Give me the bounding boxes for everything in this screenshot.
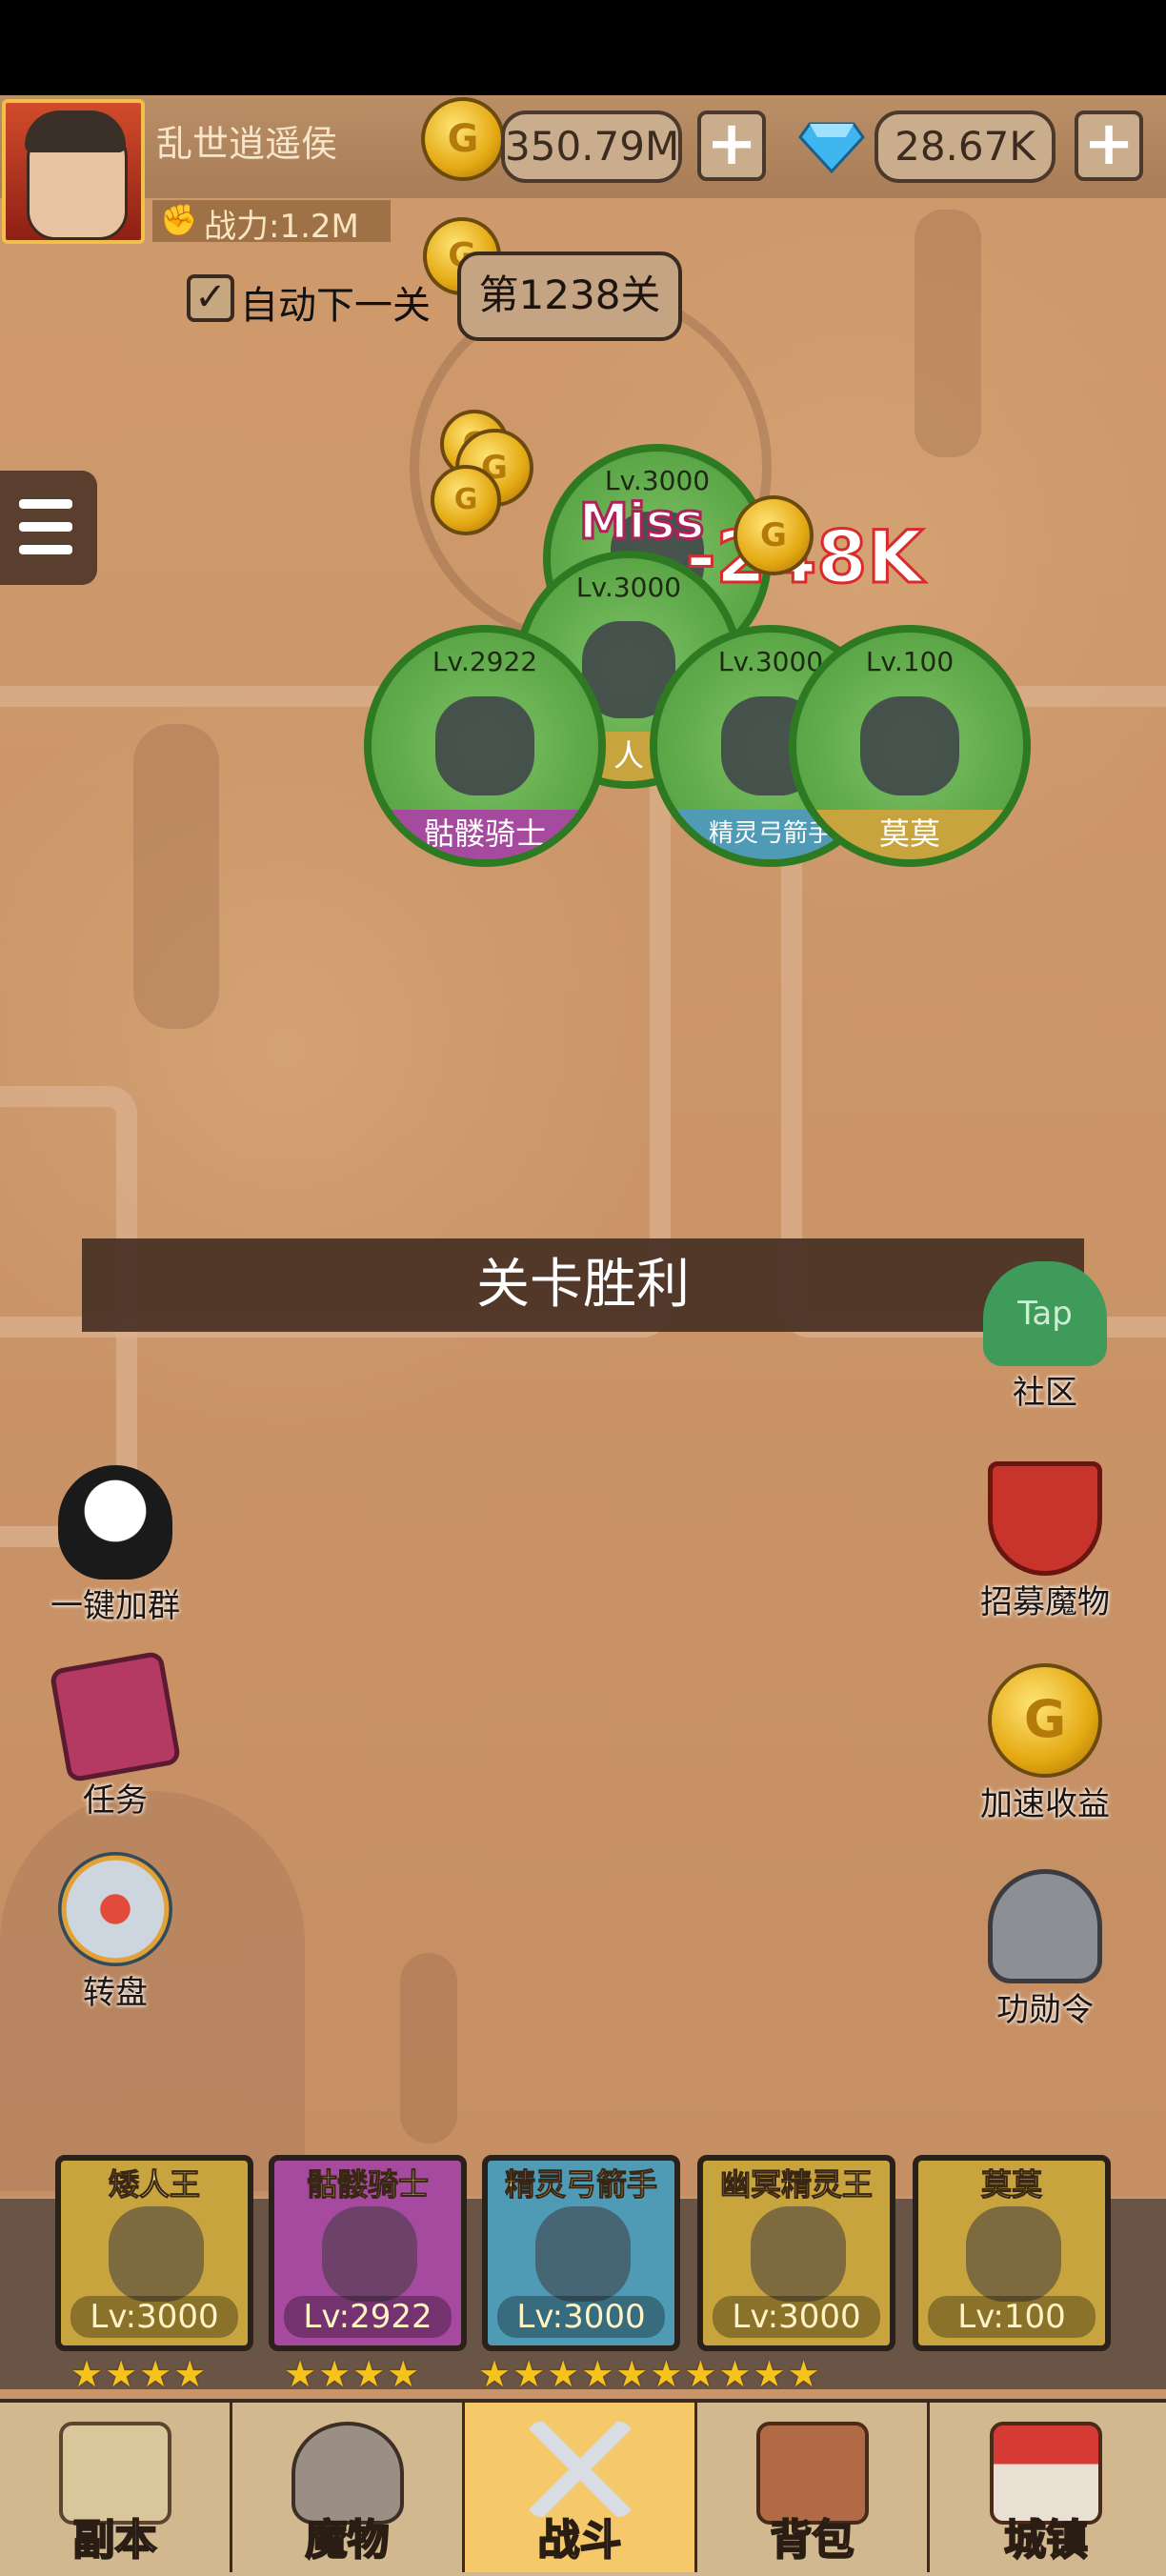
auto-next-label: 自动下一关 (240, 284, 431, 328)
menu-icon (19, 499, 72, 509)
avatar-hair-icon (25, 111, 126, 152)
hero-circle[interactable]: Lv.100 莫莫 (789, 625, 1031, 867)
roster-name: 莫莫 (980, 2166, 1042, 2204)
hero-portrait (751, 2206, 846, 2302)
roster-name: 骷髅骑士 (306, 2166, 429, 2204)
hero-name: 莫莫 (796, 810, 1023, 859)
roster-name: 矮人王 (108, 2166, 200, 2204)
player-name: 乱世逍遥侯 (156, 123, 338, 165)
wheel-label: 转盘 (83, 1974, 148, 2012)
hero-portrait (434, 695, 535, 796)
quest-button[interactable]: 任务 (34, 1650, 196, 1821)
roster-card[interactable]: 幽冥精灵王 Lv:3000 (697, 2155, 895, 2351)
roster-stars: ★★★★★★★★★★ (478, 2353, 822, 2395)
victory-banner: 关卡胜利 (82, 1238, 1084, 1332)
roster-level: Lv:3000 (713, 2296, 880, 2338)
recruit-label: 招募魔物 (980, 1583, 1110, 1621)
nav-battle[interactable]: 战斗 (465, 2403, 697, 2572)
roster-stars: ★★★★ (284, 2353, 422, 2395)
gold-coin-icon: G (431, 465, 501, 535)
roster-card[interactable]: 矮人王 Lv:3000 (55, 2155, 253, 2351)
nav-label: 城镇 (1003, 2515, 1089, 2566)
nav-label: 战斗 (537, 2515, 623, 2566)
power-icon: ✊ (160, 202, 198, 238)
hero-name: 骷髅骑士 (372, 810, 598, 859)
hero-portrait (535, 2206, 631, 2302)
nav-label: 副本 (72, 2515, 158, 2566)
gem-amount: 28.67K (874, 111, 1055, 183)
roster-level: Lv:100 (928, 2296, 1096, 2338)
penguin-icon (58, 1465, 172, 1580)
roster-name: 精灵弓箭手 (504, 2166, 657, 2204)
wheel-button[interactable]: 转盘 (34, 1852, 196, 2013)
hero-circle[interactable]: Lv.2922 骷髅骑士 (364, 625, 606, 867)
status-bar (0, 0, 1166, 95)
merit-button[interactable]: 功勋令 (964, 1869, 1126, 2030)
hero-portrait (109, 2206, 204, 2302)
gold-amount: 350.79M (501, 111, 682, 183)
merit-label: 功勋令 (996, 1991, 1094, 2029)
roster-card[interactable]: 骷髅骑士 Lv:2922 (269, 2155, 467, 2351)
add-gem-button[interactable]: + (1075, 111, 1143, 181)
hero-level: Lv.2922 (432, 646, 538, 677)
quest-label: 任务 (83, 1781, 148, 1820)
hero-portrait (322, 2206, 417, 2302)
cactus-decoration (915, 210, 981, 457)
roster-level: Lv:3000 (70, 2296, 238, 2338)
helmet-icon (988, 1869, 1102, 1983)
menu-button[interactable] (0, 471, 97, 585)
recruit-button[interactable]: 招募魔物 (964, 1461, 1126, 1622)
book-icon (49, 1650, 182, 1783)
cactus-decoration (133, 724, 219, 1029)
crossed-swords-icon (527, 2422, 633, 2517)
menu-icon (19, 522, 72, 532)
add-gold-button[interactable]: + (697, 111, 766, 181)
coin-arrow-icon: G (988, 1663, 1102, 1778)
power-value: 战力:1.2M (204, 208, 359, 246)
community-button[interactable]: Tap 社区 (964, 1261, 1126, 1413)
speed-income-label: 加速收益 (980, 1785, 1110, 1823)
hero-portrait (859, 695, 960, 796)
diamond-icon (798, 122, 865, 173)
nav-dungeon[interactable]: 副本 (0, 2403, 232, 2572)
nav-monsters[interactable]: 魔物 (232, 2403, 465, 2572)
roster-stars: ★★★★ (70, 2353, 209, 2395)
hero-level: Lv.3000 (604, 465, 711, 496)
roster-card[interactable]: 精灵弓箭手 Lv:3000 (482, 2155, 680, 2351)
nav-bag[interactable]: 背包 (697, 2403, 930, 2572)
cactus-decoration (400, 1953, 457, 2143)
roster-name: 幽冥精灵王 (719, 2166, 873, 2204)
hero-portrait (966, 2206, 1061, 2302)
join-group-label: 一键加群 (50, 1587, 180, 1625)
tap-community-icon: Tap (983, 1261, 1107, 1366)
banner-shield-icon (988, 1461, 1102, 1576)
roster-card[interactable]: 莫莫 Lv:100 (913, 2155, 1111, 2351)
roster-level: Lv:3000 (497, 2296, 665, 2338)
stage-number: 第1238关 (457, 252, 682, 341)
community-label: 社区 (1013, 1374, 1077, 1412)
wheel-icon (58, 1852, 172, 1966)
auto-next-checkbox[interactable]: ✓ (187, 274, 234, 322)
gold-coin-icon: G (421, 97, 505, 181)
join-group-button[interactable]: 一键加群 (34, 1465, 196, 1626)
nav-label: 背包 (770, 2515, 855, 2566)
roster-level: Lv:2922 (284, 2296, 452, 2338)
speed-income-button[interactable]: G 加速收益 (964, 1663, 1126, 1824)
gold-coin-icon: G (734, 495, 814, 575)
menu-icon (19, 545, 72, 554)
hero-level: Lv.100 (865, 646, 955, 677)
nav-label: 魔物 (305, 2515, 391, 2566)
nav-town[interactable]: 城镇 (930, 2403, 1162, 2572)
